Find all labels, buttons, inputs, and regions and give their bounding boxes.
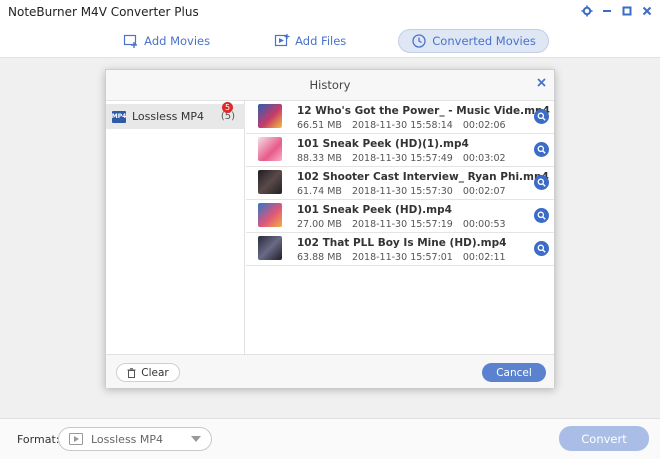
file-date: 2018-11-30 [351,153,408,164]
add-files-label: Add Files [295,33,347,48]
file-meta: 61.74 MB 2018-11-30 15:57:30 00:02:07 [297,186,506,197]
list-item: 101 Sneak Peek (HD).mp4 27.00 MB 2018-11… [246,200,554,233]
format-select[interactable]: Lossless MP4 [58,427,212,451]
file-duration: 00:03:02 [462,153,506,164]
list-item: 102 That PLL Boy Is Mine (HD).mp4 63.88 … [246,233,554,266]
title-bar: NoteBurner M4V Converter Plus [0,0,660,24]
file-duration: 00:00:53 [462,219,506,230]
file-date: 2018-11-30 [351,252,408,263]
converted-movies-button[interactable]: Converted Movies [398,28,549,53]
file-size: 88.33 MB [297,153,342,164]
format-item-label: Lossless MP4 [132,110,205,123]
file-size: 66.51 MB [297,120,342,131]
close-icon[interactable] [640,4,654,18]
add-movies-button[interactable]: Add Movies [111,29,222,53]
file-date: 2018-11-30 [351,186,408,197]
search-icon[interactable] [534,241,549,256]
dialog-header: History [106,70,554,101]
search-icon[interactable] [534,142,549,157]
file-meta: 27.00 MB 2018-11-30 15:57:19 00:00:53 [297,219,506,230]
trash-icon [127,367,136,378]
file-meta: 66.51 MB 2018-11-30 15:58:14 00:02:06 [297,120,506,131]
file-duration: 00:02:06 [462,120,506,131]
footer: Format: Lossless MP4 Convert [0,418,660,459]
dialog-close-icon[interactable] [537,76,546,91]
file-time: 15:57:49 [410,153,453,164]
file-name: 101 Sneak Peek (HD)(1).mp4 [297,138,469,150]
list-item: 102 Shooter Cast Interview_ Ryan Phi.mp4… [246,167,554,200]
format-label: Format: [17,433,60,446]
file-name: 102 That PLL Boy Is Mine (HD).mp4 [297,237,507,249]
file-meta: 88.33 MB 2018-11-30 15:57:49 00:03:02 [297,153,506,164]
file-time: 15:58:14 [410,120,453,131]
clear-button[interactable]: Clear [116,363,180,382]
video-thumbnail [258,170,282,194]
file-meta: 63.88 MB 2018-11-30 15:57:01 00:02:11 [297,252,506,263]
video-thumbnail [258,137,282,161]
dialog-title: History [309,78,351,92]
top-nav: Add Movies Add Files Converted Movies [0,24,660,58]
history-dialog: History MP4 Lossless MP4 (5) 5 12 Who's … [105,69,555,388]
file-duration: 00:02:11 [462,252,506,263]
cancel-button[interactable]: Cancel [482,363,546,382]
converted-movies-label: Converted Movies [432,33,536,48]
file-time: 15:57:30 [410,186,453,197]
file-date: 2018-11-30 [351,219,408,230]
gear-icon[interactable] [580,4,594,18]
file-name: 102 Shooter Cast Interview_ Ryan Phi.mp4 [297,171,549,183]
mp4-format-icon [69,433,83,445]
convert-button[interactable]: Convert [559,426,649,451]
search-icon[interactable] [534,175,549,190]
history-file-list: 12 Who's Got the Power_ - Music Vide.mp4… [246,101,554,354]
video-thumbnail [258,236,282,260]
file-size: 61.74 MB [297,186,342,197]
search-icon[interactable] [534,109,549,124]
add-movies-icon [124,34,138,48]
add-files-icon [275,33,290,46]
file-name: 101 Sneak Peek (HD).mp4 [297,204,452,216]
window-controls [580,4,654,18]
file-size: 27.00 MB [297,219,342,230]
add-movies-label: Add Movies [144,33,211,48]
list-item: 12 Who's Got the Power_ - Music Vide.mp4… [246,101,554,134]
minimize-icon[interactable] [600,4,614,18]
file-time: 15:57:01 [410,252,453,263]
video-thumbnail [258,104,282,128]
clock-icon [412,33,426,48]
format-value: Lossless MP4 [91,432,164,446]
list-item: 101 Sneak Peek (HD)(1).mp4 88.33 MB 2018… [246,134,554,167]
file-date: 2018-11-30 [351,120,408,131]
mp4-icon: MP4 [112,110,126,123]
chevron-down-icon [191,436,201,442]
app-title: NoteBurner M4V Converter Plus [8,5,199,19]
format-list: MP4 Lossless MP4 (5) 5 [106,101,245,354]
add-files-button[interactable]: Add Files [262,29,358,53]
maximize-icon[interactable] [620,4,634,18]
file-name: 12 Who's Got the Power_ - Music Vide.mp4 [297,105,550,117]
format-list-item-lossless-mp4[interactable]: MP4 Lossless MP4 (5) 5 [106,102,245,129]
dialog-footer: Clear Cancel [106,354,554,388]
new-count-badge: 5 [222,102,233,113]
file-size: 63.88 MB [297,252,342,263]
video-thumbnail [258,203,282,227]
file-time: 15:57:19 [410,219,453,230]
search-icon[interactable] [534,208,549,223]
dialog-body: MP4 Lossless MP4 (5) 5 12 Who's Got the … [106,101,554,354]
file-duration: 00:02:07 [462,186,506,197]
clear-label: Clear [141,366,169,379]
